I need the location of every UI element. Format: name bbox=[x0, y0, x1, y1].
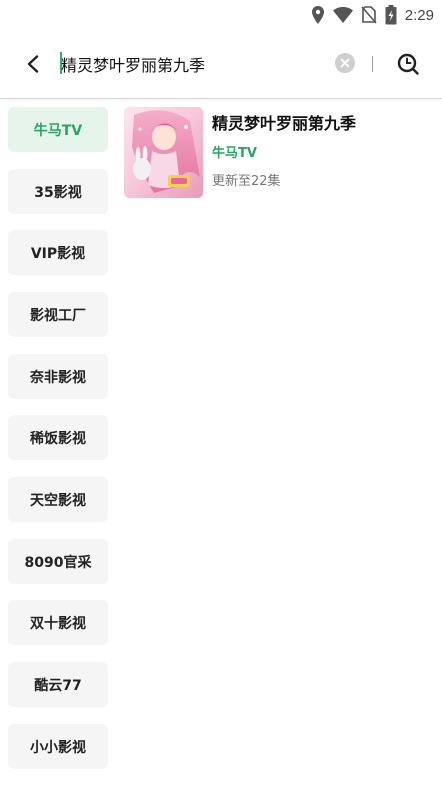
source-item-xiaoxiao[interactable]: 小小影视 bbox=[8, 724, 108, 769]
source-item-factory[interactable]: 影视工厂 bbox=[8, 292, 108, 337]
poster-art bbox=[124, 107, 203, 198]
source-item-vip[interactable]: VIP影视 bbox=[8, 230, 108, 275]
source-item-8090[interactable]: 8090官采 bbox=[8, 539, 108, 584]
status-time: 2:29 bbox=[404, 6, 434, 24]
back-button[interactable] bbox=[18, 50, 48, 78]
source-item-kuyun[interactable]: 酷云77 bbox=[8, 662, 108, 707]
search-input[interactable] bbox=[61, 48, 326, 80]
status-icons: 2:29 bbox=[311, 5, 434, 25]
result-episodes: 更新至22集 bbox=[212, 174, 281, 189]
back-arrow-icon bbox=[27, 55, 39, 73]
source-item-tiankong[interactable]: 天空影视 bbox=[8, 477, 108, 522]
result-item[interactable]: 精灵梦叶罗丽第九季 牛马TV 更新至22集 bbox=[124, 107, 434, 199]
result-source: 牛马TV bbox=[212, 146, 257, 161]
clear-icon bbox=[340, 58, 350, 68]
divider bbox=[372, 56, 373, 72]
source-item-shuangshi[interactable]: 双十影视 bbox=[8, 600, 108, 645]
location-icon bbox=[311, 6, 324, 24]
search-bar bbox=[0, 30, 442, 99]
clear-button[interactable] bbox=[335, 53, 355, 73]
wifi-icon bbox=[332, 7, 353, 23]
source-item-niuma-tv[interactable]: 牛马TV bbox=[8, 107, 108, 152]
status-bar: 2:29 bbox=[0, 0, 442, 30]
search-button[interactable] bbox=[394, 50, 422, 78]
source-item-35[interactable]: 35影视 bbox=[8, 169, 108, 214]
battery-charging-icon bbox=[385, 5, 397, 25]
poster-image bbox=[124, 107, 203, 198]
result-title: 精灵梦叶罗丽第九季 bbox=[212, 114, 357, 133]
source-item-naifei[interactable]: 奈非影视 bbox=[8, 354, 108, 399]
search-icon bbox=[397, 53, 419, 75]
source-item-xifan[interactable]: 稀饭影视 bbox=[8, 415, 108, 460]
no-sim-icon bbox=[361, 6, 377, 24]
